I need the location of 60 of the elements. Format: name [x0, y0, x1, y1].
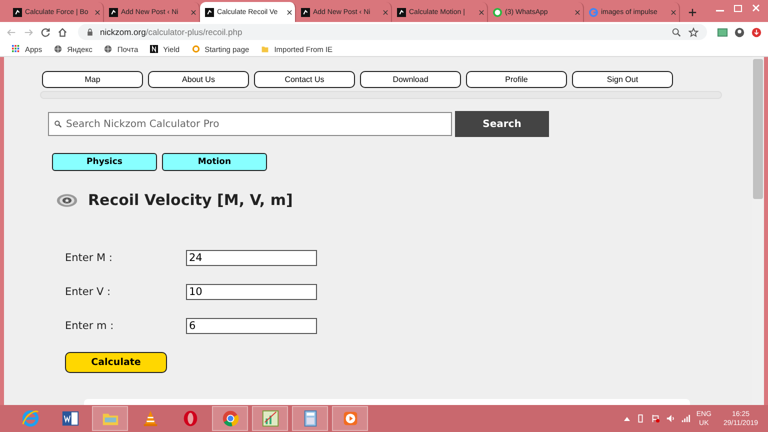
globe-icon [54, 45, 62, 53]
search-button[interactable]: Search [455, 111, 549, 137]
home-icon[interactable] [57, 26, 68, 38]
scrollbar[interactable] [752, 57, 764, 405]
zoom-icon[interactable] [671, 26, 682, 38]
flag-icon[interactable] [651, 414, 660, 423]
badge-icon [56, 192, 78, 208]
search-icon [54, 120, 62, 128]
field-label: Enter m : [65, 320, 115, 332]
site-logo-icon [301, 8, 310, 16]
lock-icon [86, 28, 94, 36]
forward-icon[interactable] [23, 26, 34, 38]
signal-icon[interactable] [681, 414, 690, 423]
category-link[interactable]: Motion [162, 153, 267, 171]
nav-link[interactable]: Download [360, 71, 461, 88]
nav-link[interactable]: Profile [466, 71, 567, 88]
nav-link[interactable]: Sign Out [572, 71, 673, 88]
device-icon[interactable] [636, 414, 646, 423]
page-heading: Recoil Velocity [M, V, m] [88, 191, 293, 209]
caret-icon[interactable] [624, 416, 630, 420]
globe-icon [104, 45, 112, 53]
field-label: Enter V : [65, 286, 112, 298]
search-field[interactable]: Search Nickzom Calculator Pro [48, 112, 452, 136]
taskbar-button[interactable] [332, 406, 368, 431]
speaker-icon[interactable] [666, 414, 676, 423]
site-logo-icon [397, 8, 406, 16]
close-icon[interactable] [750, 2, 762, 14]
w-document-icon [60, 409, 80, 428]
circle-logo-icon [220, 409, 240, 428]
site-logo-icon [109, 8, 118, 16]
close-tab-icon[interactable] [287, 10, 292, 14]
address-bar[interactable]: nickzom.org/calculator-plus/recoil.php [78, 24, 707, 40]
nav-link[interactable]: Map [42, 71, 143, 88]
input-field[interactable]: 24 [186, 250, 317, 266]
new-tab-icon[interactable] [688, 8, 697, 17]
calculate-button[interactable]: Calculate [65, 352, 167, 373]
site-logo-icon [13, 8, 22, 16]
nav-link[interactable]: About Us [148, 71, 249, 88]
ring-icon [192, 45, 200, 53]
e-logo-icon [20, 409, 40, 428]
reload-icon[interactable] [40, 26, 51, 38]
field-label: Enter M : [65, 252, 114, 264]
restore-icon[interactable] [732, 2, 744, 14]
input-field[interactable]: 10 [186, 284, 317, 300]
input-field[interactable]: 6 [186, 318, 317, 334]
category-link[interactable]: Physics [52, 153, 157, 171]
apps-grid-icon [12, 45, 20, 53]
update-icon[interactable] [751, 26, 762, 38]
chart-icon [260, 409, 280, 428]
nav-link[interactable]: Contact Us [254, 71, 355, 88]
back-icon[interactable] [6, 26, 17, 38]
folder-icon [261, 45, 270, 53]
n-logo-icon [150, 45, 158, 53]
taskbar-button[interactable] [292, 406, 328, 431]
star-icon[interactable] [688, 26, 699, 38]
chat-icon [493, 8, 502, 16]
profile-icon[interactable] [734, 26, 745, 38]
site-logo-icon [205, 8, 214, 16]
g-logo-icon [589, 8, 598, 16]
extension-icon[interactable] [717, 26, 728, 38]
